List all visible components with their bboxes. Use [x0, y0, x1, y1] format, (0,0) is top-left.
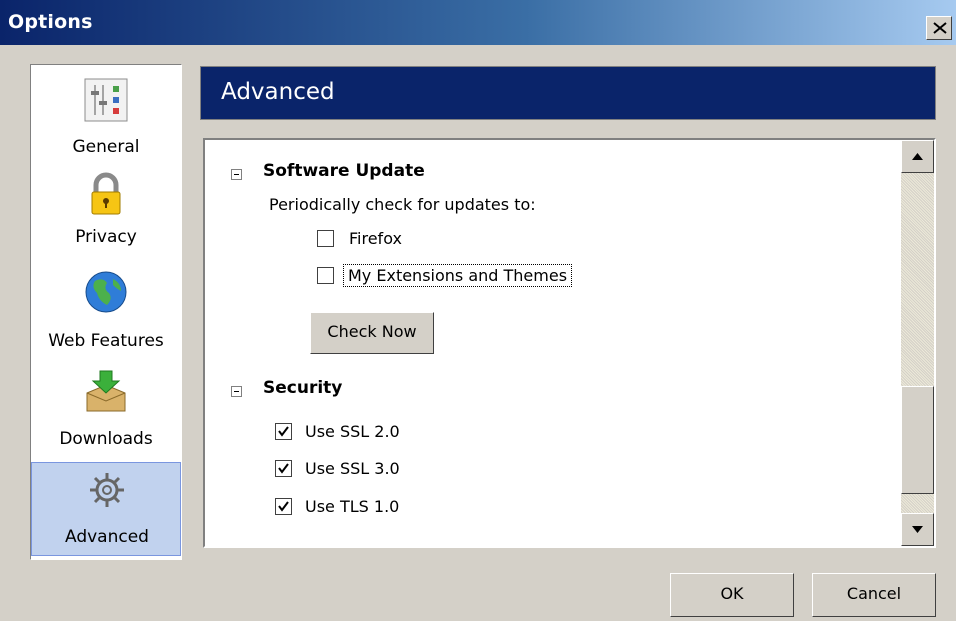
checkmark-icon — [278, 463, 289, 474]
checkmark-icon — [278, 426, 289, 437]
window-title: Options — [8, 11, 93, 33]
check-now-button[interactable]: Check Now — [310, 312, 434, 354]
arrow-up-icon — [912, 153, 923, 160]
sidebar-item-downloads[interactable]: Downloads — [31, 365, 181, 459]
download-box-icon — [86, 370, 126, 412]
tls1-label: Use TLS 1.0 — [305, 497, 400, 516]
ssl2-checkbox[interactable] — [275, 423, 292, 440]
security-heading: Security — [263, 378, 343, 398]
check-now-label: Check Now — [327, 322, 417, 341]
padlock-icon — [91, 172, 121, 215]
sidebar-item-advanced[interactable]: Advanced — [31, 462, 181, 556]
firefox-update-label: Firefox — [349, 229, 402, 248]
scroll-thumb[interactable] — [901, 386, 934, 494]
sidebar-item-label: Downloads — [59, 429, 153, 449]
sidebar-item-label: Privacy — [75, 227, 137, 247]
category-sidebar: General Privacy Web Features Downloads A… — [30, 64, 182, 560]
sidebar-item-label: Web Features — [48, 331, 164, 351]
panel-header: Advanced — [200, 66, 936, 120]
scroll-up-button[interactable] — [901, 140, 934, 173]
cancel-button[interactable]: Cancel — [812, 573, 936, 617]
vertical-scrollbar[interactable] — [901, 140, 934, 546]
scroll-down-button[interactable] — [901, 513, 934, 546]
ok-button[interactable]: OK — [670, 573, 794, 617]
collapse-security-toggle[interactable] — [231, 386, 242, 397]
extensions-themes-update-label: My Extensions and Themes — [342, 264, 573, 287]
general-settings-icon — [84, 78, 128, 122]
tls1-checkbox[interactable] — [275, 498, 292, 515]
ssl3-checkbox[interactable] — [275, 460, 292, 477]
checkmark-icon — [278, 501, 289, 512]
title-bar: Options — [0, 0, 956, 45]
sidebar-item-label: Advanced — [65, 527, 149, 547]
sidebar-item-general[interactable]: General — [31, 73, 181, 163]
extensions-themes-update-checkbox[interactable] — [317, 267, 334, 284]
firefox-update-checkbox[interactable] — [317, 230, 334, 247]
advanced-settings-pane: Software Update Periodically check for u… — [203, 138, 936, 548]
update-check-description: Periodically check for updates to: — [269, 195, 536, 214]
software-update-heading: Software Update — [263, 161, 425, 181]
sidebar-item-label: General — [72, 137, 140, 157]
sidebar-item-web-features[interactable]: Web Features — [31, 265, 181, 361]
globe-icon — [85, 271, 127, 313]
gears-icon — [90, 473, 124, 507]
close-icon — [933, 22, 947, 34]
sidebar-item-privacy[interactable]: Privacy — [31, 165, 181, 261]
cancel-label: Cancel — [846, 584, 902, 603]
arrow-down-icon — [912, 526, 923, 533]
ssl3-label: Use SSL 3.0 — [305, 459, 400, 478]
collapse-software-update-toggle[interactable] — [231, 169, 242, 180]
ok-label: OK — [720, 584, 744, 603]
panel-title: Advanced — [221, 79, 335, 105]
ssl2-label: Use SSL 2.0 — [305, 422, 400, 441]
close-button[interactable] — [926, 16, 952, 40]
